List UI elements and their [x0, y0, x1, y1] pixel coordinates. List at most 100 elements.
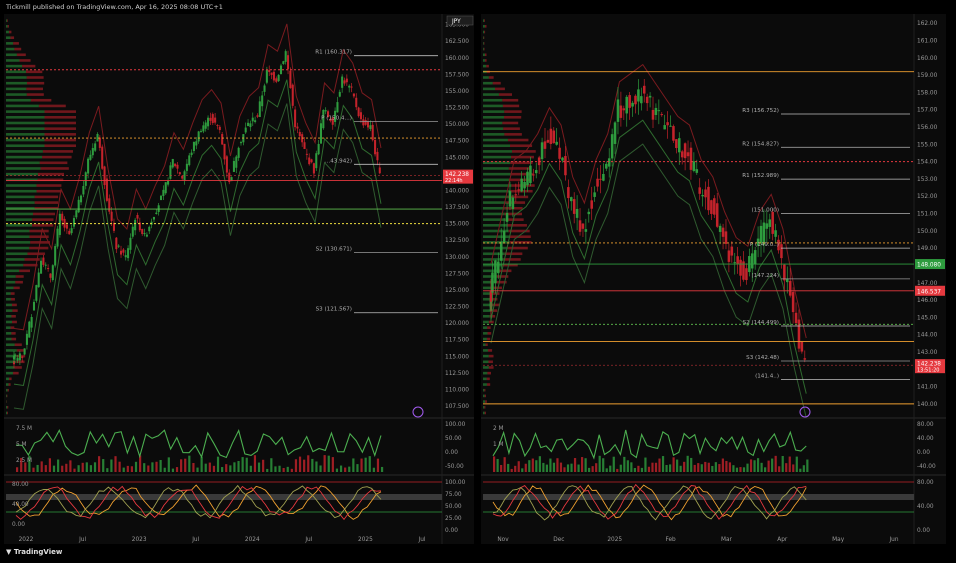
- panel-divider[interactable]: [476, 14, 479, 544]
- volume-profile-up-bar: [483, 138, 508, 142]
- candle-body: [265, 69, 268, 83]
- volume-bar: [767, 460, 770, 472]
- volume-profile-up-bar: [6, 315, 12, 318]
- volume-bar: [535, 460, 538, 472]
- volume-profile-up-bar: [6, 167, 41, 170]
- volume-profile-up-bar: [483, 144, 510, 148]
- right-chart-panel[interactable]: R3 (156.752) R2 (154.827) R1 (152.989) (151…: [481, 14, 946, 544]
- candle-body: [698, 187, 701, 194]
- candle-body: [279, 65, 283, 75]
- volume-bar: [81, 462, 84, 472]
- currency-badge-label: JPY: [451, 19, 461, 25]
- volume-bar: [668, 464, 672, 472]
- pivot-level-label: S3 (142.48): [746, 355, 779, 361]
- volume-profile-down-bar: [44, 110, 76, 113]
- candle-body: [616, 99, 620, 122]
- volume-profile-down-bar: [487, 349, 493, 352]
- volume-bar: [683, 461, 686, 472]
- candle-body: [362, 119, 365, 126]
- volume-bar: [749, 459, 753, 472]
- volume-bar: [327, 455, 330, 472]
- volume-profile-down-bar: [484, 30, 486, 34]
- volume-bar: [700, 464, 703, 472]
- candle-body: [596, 178, 599, 187]
- volume-bar: [799, 468, 802, 472]
- y-axis-tick-label: 151.00: [917, 212, 938, 218]
- candle-body: [669, 125, 672, 127]
- volume-profile-up-bar: [483, 36, 484, 39]
- volume-bar: [612, 456, 615, 472]
- y-axis-tick-label: 140.000: [445, 188, 469, 194]
- volume-profile-up-bar: [6, 235, 30, 238]
- pivot-level-label: S3 (121.567): [316, 307, 352, 313]
- volume-bar: [188, 455, 191, 472]
- volume-profile-down-bar: [12, 371, 19, 375]
- volume-profile-down-bar: [487, 371, 492, 375]
- candle-body: [131, 226, 134, 237]
- candle-body: [312, 163, 315, 174]
- volume-bar: [130, 466, 134, 472]
- candle-body: [555, 141, 558, 145]
- candle-body: [197, 131, 200, 142]
- volume-bar: [372, 467, 375, 472]
- y-axis-tick-label: 112.500: [445, 371, 469, 377]
- volume-profile-up-bar: [6, 320, 13, 324]
- candle-body: [44, 264, 47, 266]
- pivot-level-label: R1 (160.317): [315, 50, 352, 56]
- y-axis-tick-label: 125.000: [445, 288, 469, 294]
- left-chart-panel[interactable]: R1 (160.317) P (150.4...) ...43.942) S2 (13…: [4, 14, 474, 544]
- volume-profile-down-bar: [488, 360, 493, 364]
- volume-profile-up-bar: [483, 343, 486, 347]
- volume-bar: [216, 456, 220, 472]
- candle-body: [759, 225, 763, 244]
- volume-profile-up-bar: [483, 93, 499, 96]
- candle-body: [628, 95, 631, 108]
- volume-profile-down-bar: [507, 246, 528, 250]
- candle-body: [178, 172, 181, 175]
- candle-body: [765, 223, 769, 229]
- candle-body: [65, 224, 68, 229]
- volume-bar: [609, 465, 612, 472]
- candle-body: [532, 174, 535, 176]
- volume-profile-down-bar: [44, 144, 76, 148]
- candle-body: [549, 128, 553, 144]
- volume-bar: [665, 464, 668, 472]
- y-axis-tick-label: 156.00: [917, 125, 938, 131]
- volume-profile-up-bar: [6, 229, 30, 233]
- candle-body: [136, 214, 139, 219]
- volume-bar: [323, 455, 326, 472]
- candle-body: [663, 125, 666, 130]
- candle-body: [526, 171, 529, 186]
- candle-body: [715, 203, 719, 227]
- x-axis-tick-label: 2024: [245, 537, 260, 543]
- last-price-countdown: 22:14h: [445, 178, 463, 184]
- candle-body: [199, 130, 203, 132]
- volume-bar: [241, 457, 244, 472]
- volume-profile-down-bar: [488, 366, 494, 369]
- y-axis-tick-label: 154.00: [917, 160, 938, 166]
- volume-profile-down-bar: [22, 64, 36, 68]
- pivot-level-label: R1 (152.989): [742, 173, 779, 179]
- y-axis-tick-label: 157.00: [917, 108, 938, 114]
- level-price-label: 148.080: [917, 263, 941, 269]
- volume-profile-up-bar: [483, 206, 505, 210]
- candle-body: [117, 245, 120, 247]
- volume-profile-down-bar: [484, 25, 487, 28]
- volume-profile-down-bar: [488, 76, 494, 79]
- candle-body: [713, 198, 716, 215]
- candle-body: [268, 69, 271, 73]
- right-chart-svg[interactable]: R3 (156.752) R2 (154.827) R1 (152.989) (151…: [481, 14, 946, 544]
- volume-profile-down-bar: [8, 30, 12, 34]
- y-axis-tick-label: 132.500: [445, 238, 469, 244]
- volume-bar: [200, 456, 203, 472]
- volume-bar: [110, 459, 113, 472]
- volume-profile-up-bar: [6, 371, 13, 375]
- stoch-right-label: 50.00: [445, 504, 462, 510]
- volume-bar: [77, 465, 80, 472]
- volume-bar: [496, 458, 499, 472]
- volume-profile-down-bar: [486, 337, 491, 341]
- candle-body: [505, 212, 509, 222]
- left-chart-svg[interactable]: R1 (160.317) P (150.4...) ...43.942) S2 (13…: [4, 14, 474, 544]
- candle-body: [195, 141, 198, 146]
- volume-bar: [764, 467, 767, 472]
